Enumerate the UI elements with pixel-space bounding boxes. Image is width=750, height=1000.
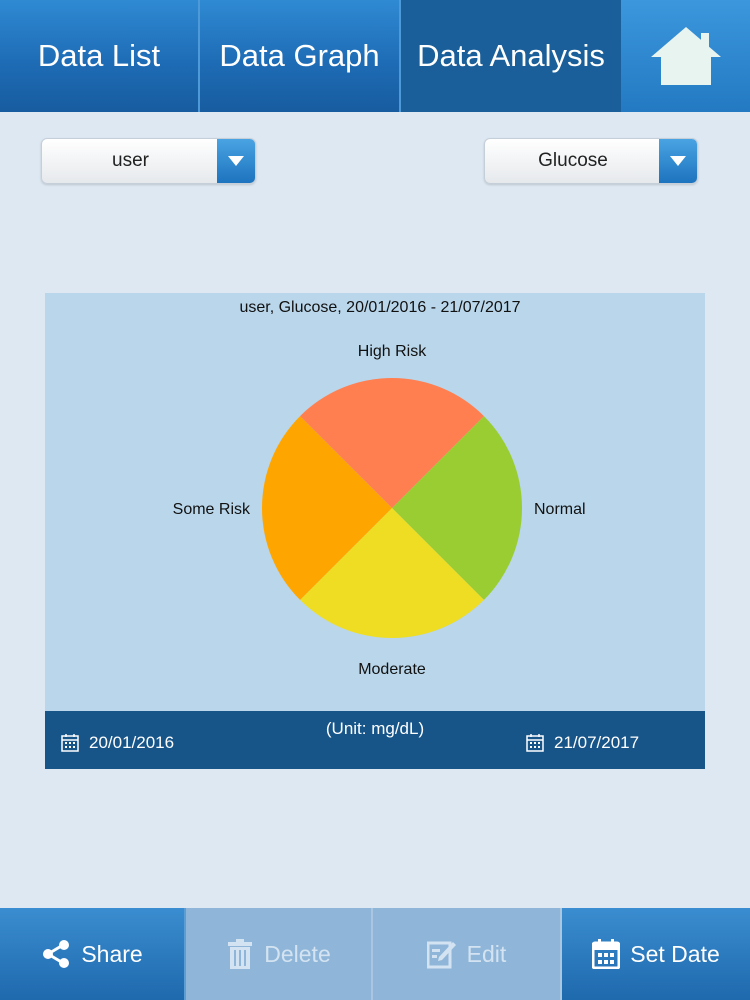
calendar-icon	[61, 734, 79, 752]
edit-icon	[426, 941, 456, 969]
share-label: Share	[81, 940, 143, 967]
home-button[interactable]	[621, 0, 750, 112]
delete-button[interactable]: Delete	[186, 908, 373, 1000]
set-date-label: Set Date	[630, 940, 720, 967]
top-nav: Data List Data Graph Data Analysis	[0, 0, 750, 112]
tab-data-analysis[interactable]: Data Analysis	[401, 0, 621, 112]
home-icon	[650, 27, 721, 85]
calendar-icon	[592, 939, 621, 969]
share-button[interactable]: Share	[0, 908, 186, 1000]
start-date[interactable]: 20/01/2016	[61, 733, 174, 753]
user-select[interactable]: user	[41, 138, 256, 184]
end-date-label: 21/07/2017	[554, 733, 640, 752]
edit-button[interactable]: Edit	[373, 908, 562, 1000]
bottom-toolbar: Share Delete Edit Set Date	[0, 908, 750, 1000]
chart-title: user, Glucose, 20/01/2016 - 21/07/2017	[239, 299, 520, 316]
delete-label: Delete	[264, 940, 331, 967]
calendar-icon	[526, 734, 544, 752]
trash-icon	[228, 939, 253, 969]
pie-label-moderate: Moderate	[358, 661, 426, 678]
tab-data-list[interactable]: Data List	[0, 0, 200, 112]
measure-select[interactable]: Glucose	[484, 138, 698, 184]
pie-label-some-risk: Some Risk	[173, 501, 251, 518]
user-select-value: user	[112, 150, 149, 171]
tab-data-graph[interactable]: Data Graph	[200, 0, 401, 112]
pie-chart: user, Glucose, 20/01/2016 - 21/07/2017 N…	[45, 293, 705, 713]
pie-label-high-risk: High Risk	[358, 343, 427, 360]
chevron-down-icon[interactable]	[217, 139, 255, 183]
start-date-label: 20/01/2016	[89, 733, 175, 752]
end-date[interactable]: 21/07/2017	[526, 733, 639, 753]
chart-footer: (Unit: mg/dL) 20/01/2016 21/07/2017	[45, 711, 705, 769]
set-date-button[interactable]: Set Date	[562, 908, 750, 1000]
pie-label-normal: Normal	[534, 501, 586, 518]
measure-select-value: Glucose	[538, 150, 608, 171]
chevron-down-icon[interactable]	[659, 139, 697, 183]
edit-label: Edit	[466, 940, 507, 967]
share-icon	[43, 940, 70, 968]
